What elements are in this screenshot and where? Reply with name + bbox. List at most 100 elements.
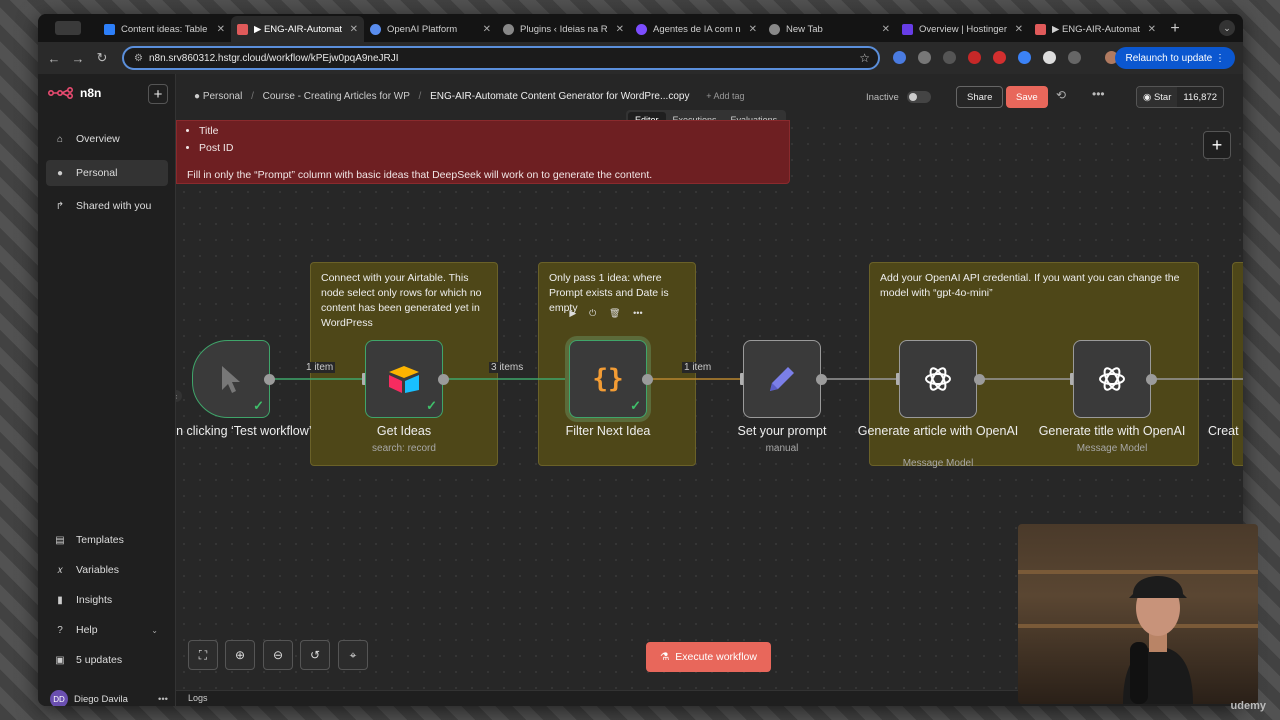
extension-icon[interactable]	[1018, 51, 1031, 64]
history-icon[interactable]: ⟲	[1056, 88, 1066, 102]
breadcrumb-separator: /	[418, 91, 422, 102]
extension-icon[interactable]	[918, 51, 931, 64]
site-info-icon[interactable]: ⚙	[134, 53, 143, 64]
close-icon[interactable]: ✕	[350, 24, 358, 35]
node-toolbar: ▶ ⏻ 🗑 •••	[563, 304, 649, 322]
chevron-down-icon: ⌄	[151, 625, 158, 635]
extension-icon[interactable]	[993, 51, 1006, 64]
browser-tab[interactable]: Content ideas: Table ✕	[98, 16, 231, 42]
close-icon[interactable]: ✕	[749, 24, 757, 35]
user-name: Diego Davila	[74, 693, 128, 705]
close-icon[interactable]: ✕	[217, 24, 225, 35]
node-subtitle: manual	[765, 443, 799, 454]
user-icon: ●	[56, 167, 64, 179]
close-icon[interactable]: ✕	[483, 24, 491, 35]
add-tag-button[interactable]: + Add tag	[706, 91, 744, 101]
insights-icon: ▮	[57, 594, 63, 606]
gift-icon: ▣	[55, 654, 65, 666]
zoom-out-button[interactable]: ⊖	[263, 640, 293, 670]
output-handle[interactable]	[264, 374, 275, 385]
sidebar-item-overview[interactable]: ⌂ Overview	[46, 126, 168, 152]
code-braces-icon: {}	[592, 364, 624, 394]
forward-icon[interactable]: →	[66, 51, 90, 66]
sidebar-item-help[interactable]: ? Help ⌄	[46, 617, 168, 643]
extension-icon[interactable]	[943, 51, 956, 64]
tab-search-icon[interactable]: ⌄	[1219, 20, 1235, 36]
edge-item-count: 1 item	[682, 362, 714, 373]
more-options-icon[interactable]: •••	[633, 308, 642, 318]
browser-tab[interactable]: Agentes de IA com n ✕	[630, 16, 763, 42]
output-handle[interactable]	[642, 374, 653, 385]
node-subtitle: Message Model	[1076, 443, 1148, 454]
save-button[interactable]: Save	[1006, 86, 1048, 108]
workflow-name[interactable]: ENG-AIR-Automate Content Generator for W…	[430, 91, 689, 102]
user-icon: ●	[194, 91, 201, 102]
close-icon[interactable]: ✕	[882, 24, 890, 35]
sidebar-item-insights[interactable]: ▮ Insights	[46, 587, 168, 613]
relaunch-button[interactable]: Relaunch to update ⋮	[1115, 47, 1235, 69]
tab-group-control[interactable]	[38, 14, 98, 42]
node-label: Creat	[1208, 424, 1239, 438]
sidebar-item-variables[interactable]: 𝑥 Variables	[46, 557, 168, 583]
reset-zoom-button[interactable]: ↺	[300, 640, 330, 670]
openai-icon	[1099, 367, 1125, 391]
sidebar-item-templates[interactable]: ▤ Templates	[46, 527, 168, 553]
extension-icon[interactable]	[893, 51, 906, 64]
node-set-prompt[interactable]	[743, 340, 821, 418]
breadcrumb-folder[interactable]: Course - Creating Articles for WP	[263, 91, 410, 102]
fit-view-button[interactable]: ⛶	[188, 640, 218, 670]
node-filter-next-idea[interactable]: {} ✓	[569, 340, 647, 418]
close-icon[interactable]: ✕	[616, 24, 624, 35]
success-check-icon: ✓	[253, 398, 264, 413]
sidebar-item-updates[interactable]: ▣ 5 updates	[46, 647, 168, 673]
node-generate-article[interactable]	[899, 340, 977, 418]
node-label: Filter Next Idea	[565, 424, 651, 438]
node-generate-title[interactable]	[1073, 340, 1151, 418]
sidebar-item-personal[interactable]: ● Personal	[46, 160, 168, 186]
breadcrumb-personal[interactable]: Personal	[203, 91, 242, 102]
extensions-puzzle-icon[interactable]	[1068, 51, 1081, 64]
node-manual-trigger[interactable]: ✓	[192, 340, 270, 418]
close-icon[interactable]: ✕	[1148, 24, 1156, 35]
extension-icon[interactable]	[968, 51, 981, 64]
home-icon: ⌂	[56, 133, 64, 145]
tidy-up-button[interactable]: ⌖	[338, 640, 368, 670]
github-star-button[interactable]: ◉ Star 116,872	[1136, 86, 1225, 108]
browser-tab[interactable]: New Tab ✕	[763, 16, 896, 42]
microphone	[1130, 642, 1148, 704]
power-icon[interactable]: ⏻	[589, 308, 596, 319]
user-menu[interactable]: DD Diego Davila •••	[50, 688, 168, 706]
sidebar: n8n + ⌂ Overview ● Personal ↱ Shared with y…	[38, 74, 176, 706]
toggle-switch[interactable]	[906, 91, 931, 103]
output-handle[interactable]	[816, 374, 827, 385]
output-handle[interactable]	[438, 374, 449, 385]
browser-tab[interactable]: Overview | Hostinger ✕	[896, 16, 1029, 42]
close-icon[interactable]: ✕	[1015, 24, 1023, 35]
more-options-icon[interactable]: •••	[1092, 87, 1105, 101]
browser-tab[interactable]: Plugins ‹ Ideias na R ✕	[497, 16, 630, 42]
openai-icon	[925, 367, 951, 391]
bookmark-star-icon[interactable]: ☆	[859, 51, 870, 65]
help-icon: ?	[57, 624, 63, 636]
active-toggle[interactable]: Inactive	[866, 91, 931, 103]
url-input[interactable]: ⚙ n8n.srv860312.hstgr.cloud/workflow/kPE…	[122, 46, 880, 70]
share-button[interactable]: Share	[956, 86, 1004, 108]
trash-icon[interactable]: 🗑	[609, 308, 620, 319]
execute-workflow-button[interactable]: ⚗ Execute workflow	[646, 642, 771, 672]
zoom-in-button[interactable]: ⊕	[225, 640, 255, 670]
output-handle[interactable]	[974, 374, 985, 385]
sidebar-item-shared[interactable]: ↱ Shared with you	[46, 193, 168, 219]
new-tab-button[interactable]: +	[1162, 16, 1188, 42]
node-get-ideas[interactable]: ✓	[365, 340, 443, 418]
browser-tab-active[interactable]: ▶ ENG-AIR-Automat ✕	[231, 16, 364, 42]
browser-tab[interactable]: OpenAI Platform ✕	[364, 16, 497, 42]
reload-icon[interactable]: ↻	[90, 50, 114, 66]
output-handle[interactable]	[1146, 374, 1157, 385]
more-options-icon[interactable]: •••	[158, 694, 168, 705]
extension-icon[interactable]	[1043, 51, 1056, 64]
browser-tab[interactable]: ▶ ENG-AIR-Automat ✕	[1029, 16, 1162, 42]
play-icon[interactable]: ▶	[569, 308, 576, 319]
back-icon[interactable]: ←	[42, 51, 66, 66]
create-button[interactable]: +	[148, 84, 168, 104]
n8n-logo[interactable]: n8n	[48, 86, 101, 100]
